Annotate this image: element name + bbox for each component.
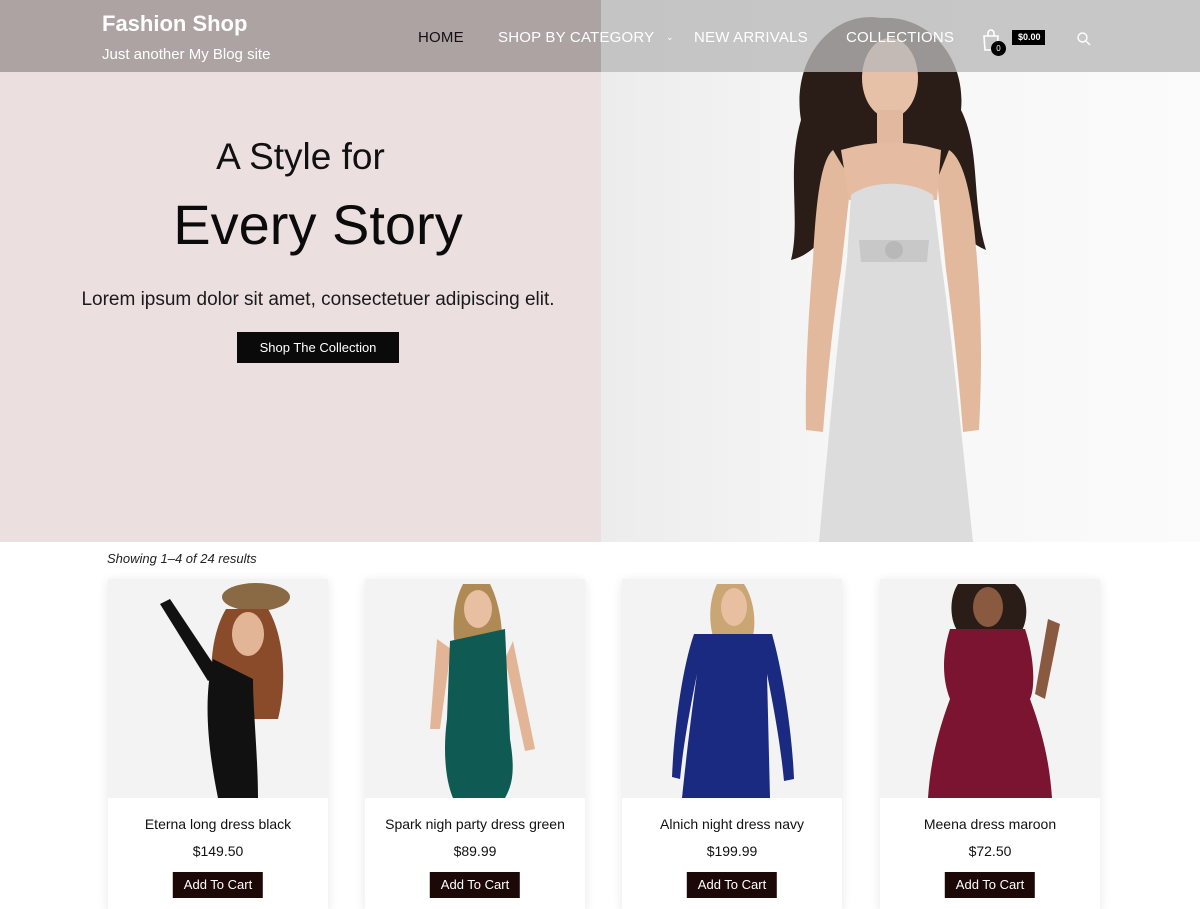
hero-title-line-1: A Style for xyxy=(216,136,385,177)
hero-subtitle: Lorem ipsum dolor sit amet, consectetuer… xyxy=(81,289,555,310)
nav-item-new-arrivals[interactable]: NEW ARRIVALS xyxy=(694,29,808,46)
cart-count-badge: 0 xyxy=(991,41,1006,56)
product-image[interactable] xyxy=(365,579,585,798)
product-name[interactable]: Meena dress maroon xyxy=(880,816,1100,832)
add-to-cart-button[interactable]: Add To Cart xyxy=(172,872,264,898)
nav-item-collections[interactable]: COLLECTIONS xyxy=(846,29,954,46)
product-card: Meena dress maroon $72.50 Add To Cart xyxy=(880,579,1100,909)
chevron-down-icon[interactable]: ⌄ xyxy=(666,32,674,43)
product-card: Eterna long dress black $149.50 Add To C… xyxy=(108,579,328,909)
product-price: $199.99 xyxy=(706,843,758,859)
search-icon[interactable] xyxy=(1076,31,1092,47)
site-tagline: Just another My Blog site xyxy=(102,46,271,63)
site-header: Fashion Shop Just another My Blog site H… xyxy=(0,0,1200,72)
add-to-cart-button[interactable]: Add To Cart xyxy=(686,872,778,898)
product-card: Alnich night dress navy $199.99 Add To C… xyxy=(622,579,842,909)
product-image[interactable] xyxy=(880,579,1100,798)
shop-collection-button[interactable]: Shop The Collection xyxy=(237,332,399,363)
product-name[interactable]: Eterna long dress black xyxy=(108,816,328,832)
results-count: Showing 1–4 of 24 results xyxy=(107,551,257,566)
hero-model-image xyxy=(791,17,986,542)
product-price: $72.50 xyxy=(968,843,1012,859)
nav-item-shop-by-category[interactable]: SHOP BY CATEGORY xyxy=(498,29,654,46)
product-name[interactable]: Alnich night dress navy xyxy=(622,816,842,832)
product-name[interactable]: Spark nigh party dress green xyxy=(365,816,585,832)
add-to-cart-button[interactable]: Add To Cart xyxy=(944,872,1036,898)
hero-image-panel xyxy=(601,0,1200,542)
hero-title-line-2: Every Story xyxy=(173,193,463,256)
product-price: $149.50 xyxy=(192,843,244,859)
site-title[interactable]: Fashion Shop xyxy=(102,11,247,37)
product-image[interactable] xyxy=(108,579,328,798)
product-image[interactable] xyxy=(622,579,842,798)
hero-banner: A Style for Every Story Lorem ipsum dolo… xyxy=(0,0,1200,542)
cart-total[interactable]: $0.00 xyxy=(1012,30,1045,45)
product-price: $89.99 xyxy=(453,843,497,859)
product-card: Spark nigh party dress green $89.99 Add … xyxy=(365,579,585,909)
nav-item-home[interactable]: HOME xyxy=(418,29,464,46)
add-to-cart-button[interactable]: Add To Cart xyxy=(429,872,521,898)
hero-text-panel: A Style for Every Story Lorem ipsum dolo… xyxy=(0,0,601,542)
